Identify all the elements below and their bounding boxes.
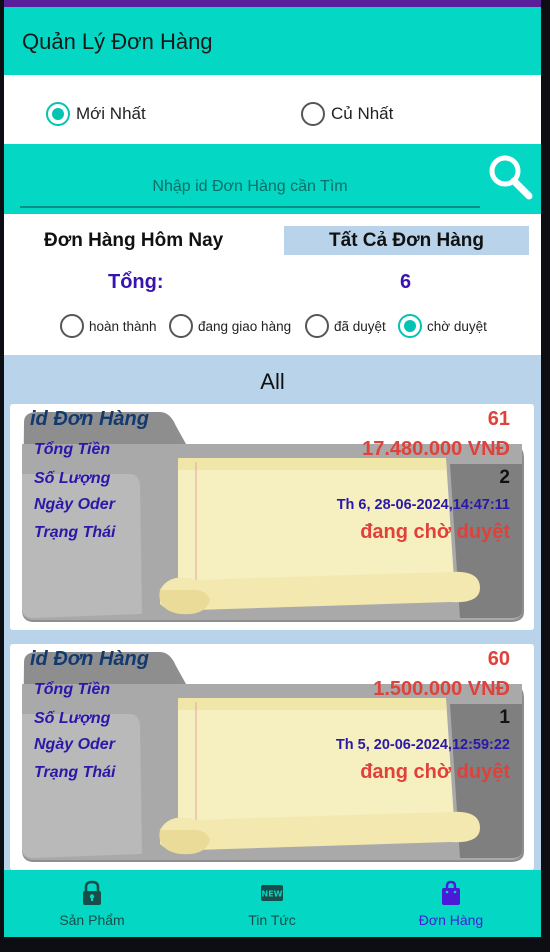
- order-status-label: Trạng Thái: [34, 764, 116, 781]
- radio-pending[interactable]: [398, 314, 422, 338]
- filter-approved[interactable]: đã duyệt: [305, 314, 386, 338]
- nav-orders-label: Đơn Hàng: [418, 912, 484, 928]
- order-id-value: 61: [487, 408, 510, 430]
- radio-newest[interactable]: [46, 102, 70, 126]
- radio-oldest[interactable]: [301, 102, 325, 126]
- sort-oldest-label: Củ Nhất: [331, 104, 394, 123]
- bottom-navigation: Sản Phẩm NEW Tin Tức Đơn Hàng: [4, 870, 541, 937]
- app-bar: Quản Lý Đơn Hàng: [4, 7, 541, 75]
- order-date-value: Th 5, 20-06-2024,12:59:22: [335, 737, 510, 753]
- tab-today-orders[interactable]: Đơn Hàng Hôm Nay: [44, 230, 223, 252]
- radio-approved[interactable]: [305, 314, 329, 338]
- filter-completed-label: hoàn thành: [89, 318, 157, 334]
- order-quantity-value: 1: [499, 707, 510, 728]
- nav-products[interactable]: Sản Phẩm: [32, 880, 152, 928]
- order-list: All id Đơn Hàng 61 Tổng Tiền 17.480.000 …: [4, 355, 541, 875]
- status-bar: [4, 0, 541, 7]
- sort-oldest-option[interactable]: Củ Nhất: [301, 102, 393, 126]
- shopping-bag-icon: [442, 880, 460, 905]
- nav-news-label: Tin Tức: [248, 912, 296, 928]
- order-date-value: Th 6, 28-06-2024,14:47:11: [336, 497, 510, 513]
- total-label: Tổng:: [108, 271, 164, 293]
- sort-newest-option[interactable]: Mới Nhất: [46, 102, 146, 126]
- lock-icon: [83, 880, 101, 905]
- search-icon[interactable]: [486, 152, 534, 200]
- filter-pending-label: chờ duyệt: [427, 318, 487, 334]
- order-status-label: Trạng Thái: [34, 524, 116, 541]
- nav-products-label: Sản Phẩm: [59, 912, 125, 928]
- order-quantity-label: Số Lượng: [34, 710, 111, 727]
- order-total-value: 17.480.000 VNĐ: [362, 438, 510, 460]
- app-title: Quản Lý Đơn Hàng: [22, 29, 213, 54]
- order-total-value: 1.500.000 VNĐ: [373, 678, 510, 700]
- status-filter: hoàn thành đang giao hàng đã duyệt chờ d…: [60, 312, 530, 340]
- order-quantity-value: 2: [499, 467, 510, 488]
- order-id-label: id Đơn Hàng: [30, 648, 149, 670]
- radio-completed[interactable]: [60, 314, 84, 338]
- order-id-value: 60: [487, 648, 510, 670]
- nav-orders[interactable]: Đơn Hàng: [391, 880, 511, 928]
- order-date-label: Ngày Oder: [34, 496, 115, 513]
- list-title: All: [260, 369, 285, 394]
- total-value: 6: [400, 271, 412, 293]
- order-date-label: Ngày Oder: [34, 736, 115, 753]
- order-card[interactable]: id Đơn Hàng 60 Tổng Tiền 1.500.000 VNĐ S…: [10, 644, 534, 870]
- filter-approved-label: đã duyệt: [334, 318, 386, 334]
- sort-newest-label: Mới Nhất: [76, 104, 146, 123]
- order-total-label: Tổng Tiền: [34, 441, 111, 458]
- tab-all-orders[interactable]: Tất Cả Đơn Hàng: [284, 226, 529, 255]
- order-total-label: Tổng Tiền: [34, 681, 111, 698]
- nav-news[interactable]: NEW Tin Tức: [212, 880, 332, 928]
- search-bar: [4, 144, 541, 214]
- sort-options: Mới Nhất Củ Nhất: [4, 96, 541, 136]
- radio-delivering[interactable]: [169, 314, 193, 338]
- order-status-value: đang chờ duyệt: [360, 521, 510, 543]
- order-status-value: đang chờ duyệt: [360, 761, 510, 783]
- app-screen: Quản Lý Đơn Hàng Mới Nhất Củ Nhất Đơn Hà…: [4, 0, 541, 937]
- filter-pending[interactable]: chờ duyệt: [398, 314, 487, 338]
- search-input[interactable]: [20, 168, 480, 208]
- filter-delivering-label: đang giao hàng: [198, 318, 292, 334]
- order-card[interactable]: id Đơn Hàng 61 Tổng Tiền 17.480.000 VNĐ …: [10, 404, 534, 630]
- filter-delivering[interactable]: đang giao hàng: [169, 314, 291, 338]
- news-icon: NEW: [261, 885, 283, 901]
- svg-text:NEW: NEW: [262, 890, 283, 899]
- order-id-label: id Đơn Hàng: [30, 408, 149, 430]
- filter-completed[interactable]: hoàn thành: [60, 314, 157, 338]
- order-quantity-label: Số Lượng: [34, 470, 111, 487]
